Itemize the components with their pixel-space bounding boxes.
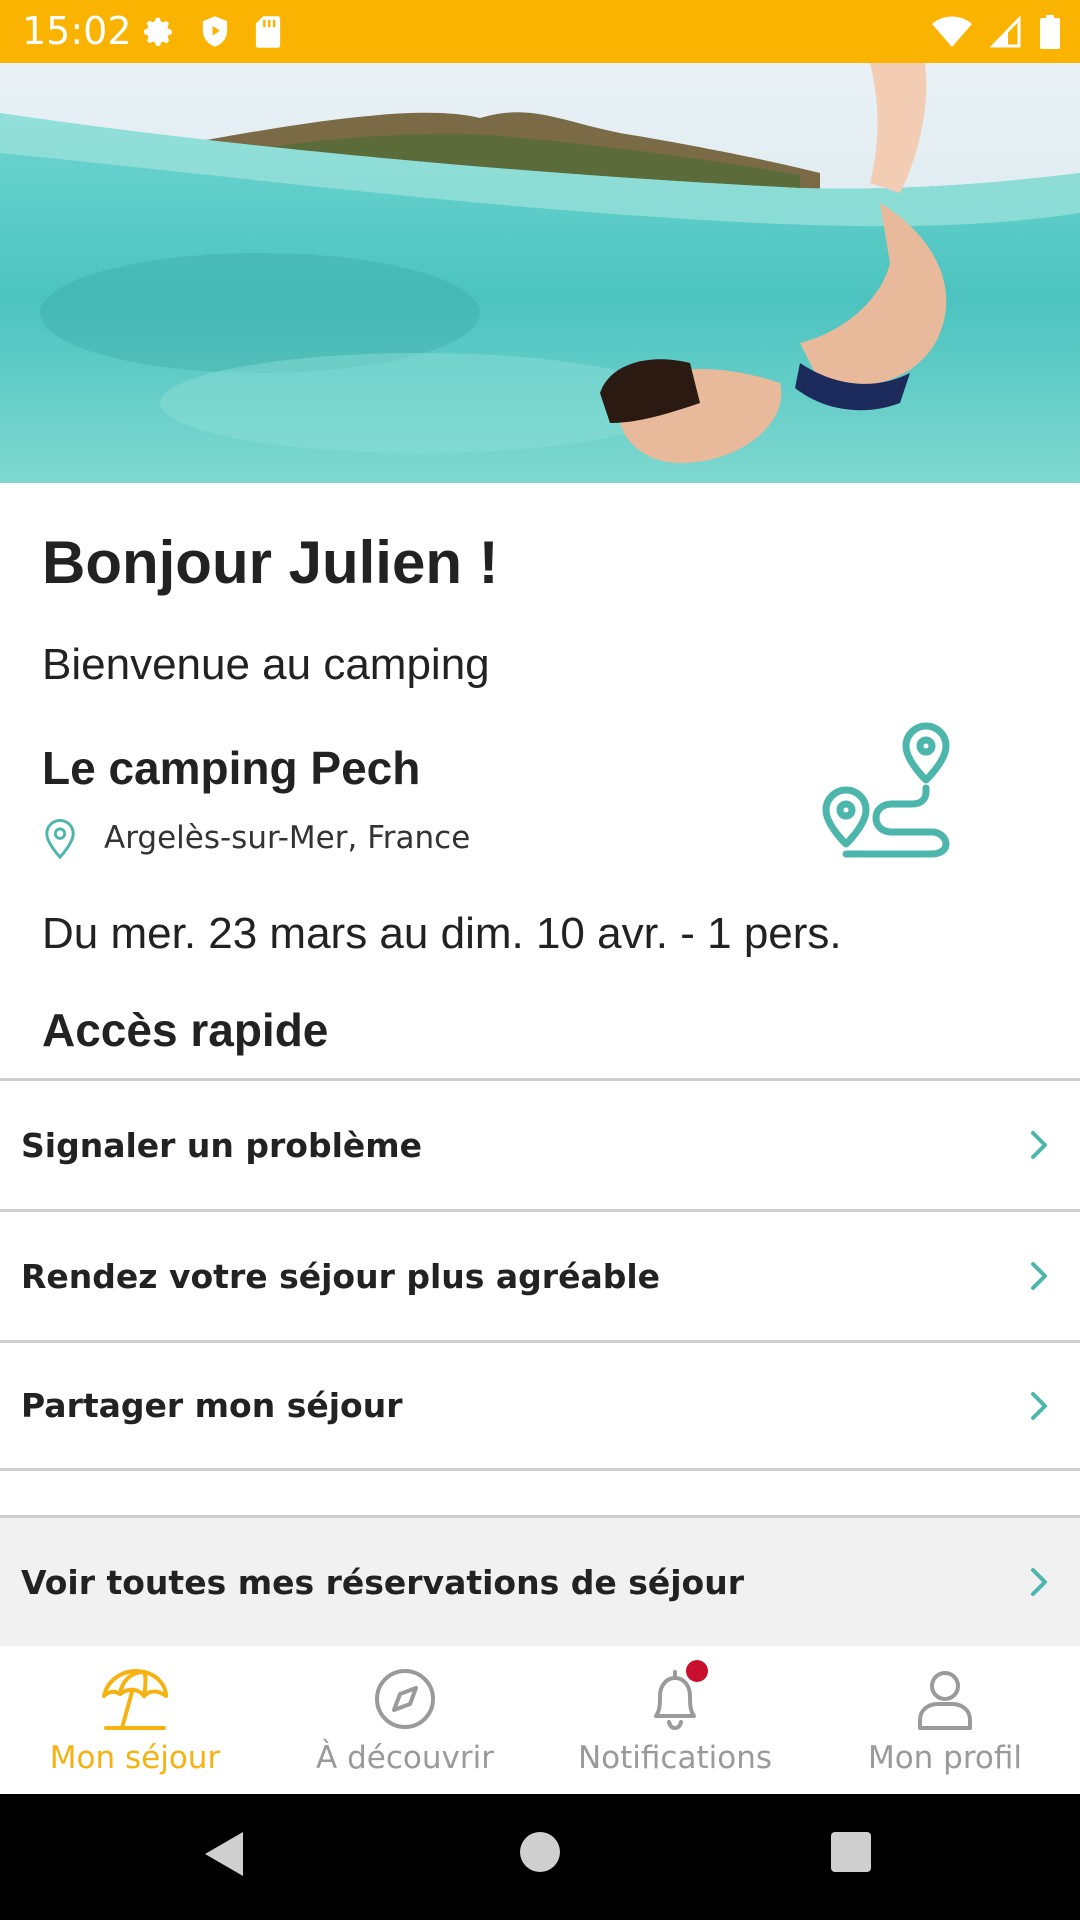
sd-card-icon [255,16,281,48]
quick-access-title: Accès rapide [42,1004,329,1056]
compass-icon [375,1669,435,1729]
swimmer-photo [0,63,1080,483]
system-navigation-bar [0,1794,1080,1920]
notification-badge [686,1660,708,1682]
battery-icon [1040,15,1060,49]
nav-label: Notifications [577,1740,773,1776]
status-bar: 15:02 [0,0,1080,63]
route-illustration [816,722,956,863]
quick-access-item-report-problem[interactable]: Signaler un problème [0,1078,1080,1209]
beach-umbrella-icon [102,1669,168,1730]
location-row: Argelès-sur-Mer, France [42,814,470,862]
stay-dates: Du mer. 23 mars au dim. 10 avr. - 1 pers… [42,909,842,958]
list-item-label: Partager mon séjour [21,1386,403,1425]
recent-apps-icon[interactable] [831,1832,871,1872]
nav-item-notifications[interactable]: Notifications [540,1646,810,1794]
list-item-label: Signaler un problème [21,1125,423,1165]
location-text: Argelès-sur-Mer, France [104,820,471,856]
camping-name: Le camping Pech [42,742,421,794]
greeting-title: Bonjour Julien ! [42,529,499,596]
quick-access-item-share-stay[interactable]: Partager mon séjour [0,1340,1080,1471]
list-spacer [0,1472,1080,1518]
quick-access-item-enhance-stay[interactable]: Rendez votre séjour plus agréable [0,1209,1080,1340]
quick-access-list: Signaler un problème Rendez votre séjour… [0,1078,1080,1471]
nav-item-mon-profil[interactable]: Mon profil [810,1646,1080,1794]
wifi-icon [932,16,972,47]
user-icon [918,1671,972,1730]
route-icon [822,722,950,858]
back-icon[interactable] [203,1830,245,1878]
chevron-right-icon [1031,1131,1047,1159]
status-time: 15:02 [22,9,132,53]
nav-label: À découvrir [316,1740,494,1776]
chevron-right-icon [1031,1262,1047,1290]
welcome-text: Bienvenue au camping [42,640,490,689]
nav-item-mon-sejour[interactable]: Mon séjour [0,1646,270,1794]
all-reservations-button[interactable]: Voir toutes mes réservations de séjour [0,1518,1080,1646]
chevron-right-icon [1031,1568,1047,1596]
gear-icon [144,17,172,46]
nav-label: Mon profil [867,1740,1023,1776]
bottom-navigation: Mon séjour À découvrir Notifications Mon… [0,1646,1080,1794]
nav-item-a-decouvrir[interactable]: À découvrir [270,1646,540,1794]
map-pin-icon [45,818,75,860]
all-reservations-label: Voir toutes mes réservations de séjour [21,1562,744,1602]
hero-image[interactable] [0,63,1080,483]
status-icons-left [142,12,282,52]
home-icon[interactable] [520,1832,560,1872]
status-icons-right [932,12,1060,52]
shield-icon [202,16,228,47]
chevron-right-icon [1031,1391,1047,1420]
list-item-label: Rendez votre séjour plus agréable [21,1256,661,1296]
nav-label: Mon séjour [49,1740,221,1776]
signal-icon [990,16,1021,48]
